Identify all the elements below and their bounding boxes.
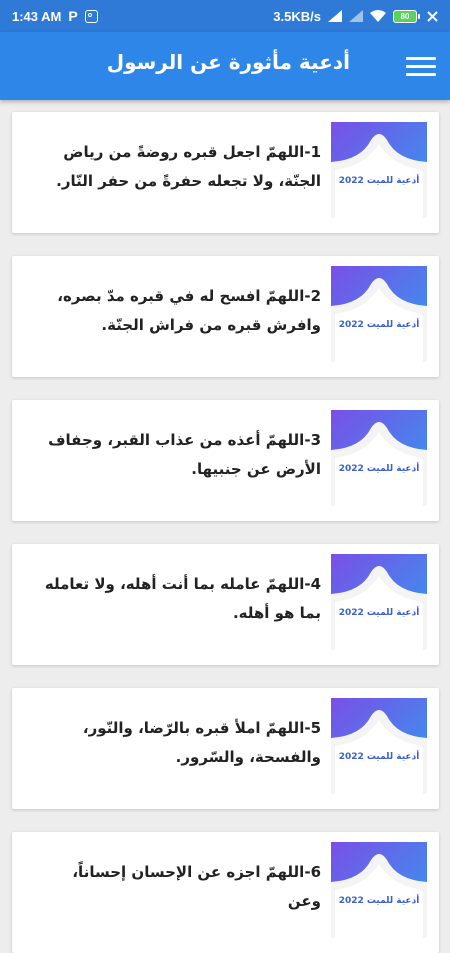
- signal-icon: [328, 10, 342, 22]
- close-x-icon: [427, 10, 438, 22]
- dua-text: 4-اللهمّ عامله بما أنت أهله، ولا تعامله …: [44, 575, 321, 622]
- thumbnail-label: أدعية للميت 2022: [338, 608, 420, 618]
- dua-thumbnail-icon: أدعية للميت 2022: [331, 122, 427, 218]
- list-item[interactable]: أدعية للميت 2022 3-اللهمّ أعذه من عذاب ا…: [12, 400, 439, 521]
- battery-icon: 80: [393, 9, 420, 23]
- status-time: 1:43 AM: [12, 8, 62, 24]
- dua-text: 2-اللهمّ افسح له في قبره مدّ بصره، وافرش…: [57, 287, 321, 334]
- signal-icon-2: [349, 10, 363, 22]
- dua-text: 6-اللهمّ اجزه عن الإحسان إحساناً، وعن: [72, 863, 321, 910]
- dua-text: 5-اللهمّ املأ قبره بالرّضا، والنّور، وال…: [82, 719, 321, 766]
- hamburger-menu-icon[interactable]: [406, 52, 436, 80]
- dua-thumbnail-icon: أدعية للميت 2022: [331, 698, 427, 794]
- page-title: أدعية مأثورة عن الرسول: [106, 50, 350, 74]
- dua-text: 3-اللهمّ أعذه من عذاب القبر، وجفاف الأرض…: [48, 431, 321, 478]
- dua-text: 1-اللهمّ اجعل قبره روضةً من رياض الجنّة،…: [56, 143, 321, 190]
- dua-thumbnail-icon: أدعية للميت 2022: [331, 410, 427, 506]
- thumbnail-label: أدعية للميت 2022: [338, 464, 420, 474]
- dua-thumbnail-icon: أدعية للميت 2022: [331, 266, 427, 362]
- status-left: 1:43 AM P: [12, 8, 98, 24]
- list-item[interactable]: أدعية للميت 2022 1-اللهمّ اجعل قبره روضة…: [12, 112, 439, 233]
- network-speed: 3.5KB/s: [273, 8, 321, 24]
- wifi-icon: [370, 10, 386, 22]
- thumbnail-label: أدعية للميت 2022: [338, 752, 420, 762]
- p-app-icon: P: [68, 8, 78, 24]
- status-bar: 1:43 AM P 3.5KB/s 80: [0, 0, 450, 32]
- list-item[interactable]: أدعية للميت 2022 6-اللهمّ اجزه عن الإحسا…: [12, 832, 439, 953]
- thumbnail-label: أدعية للميت 2022: [338, 176, 420, 186]
- list-item[interactable]: أدعية للميت 2022 4-اللهمّ عامله بما أنت …: [12, 544, 439, 665]
- list-item[interactable]: أدعية للميت 2022 5-اللهمّ املأ قبره بالر…: [12, 688, 439, 809]
- dua-thumbnail-icon: أدعية للميت 2022: [331, 842, 427, 938]
- thumbnail-label: أدعية للميت 2022: [338, 896, 420, 906]
- dua-thumbnail-icon: أدعية للميت 2022: [331, 554, 427, 650]
- status-right: 3.5KB/s 80: [273, 9, 438, 24]
- battery-level: 80: [393, 9, 417, 23]
- app-bar: أدعية مأثورة عن الرسول: [0, 32, 450, 100]
- list-item[interactable]: أدعية للميت 2022 2-اللهمّ افسح له في قبر…: [12, 256, 439, 377]
- thumbnail-label: أدعية للميت 2022: [338, 320, 420, 330]
- instagram-icon: [84, 9, 98, 23]
